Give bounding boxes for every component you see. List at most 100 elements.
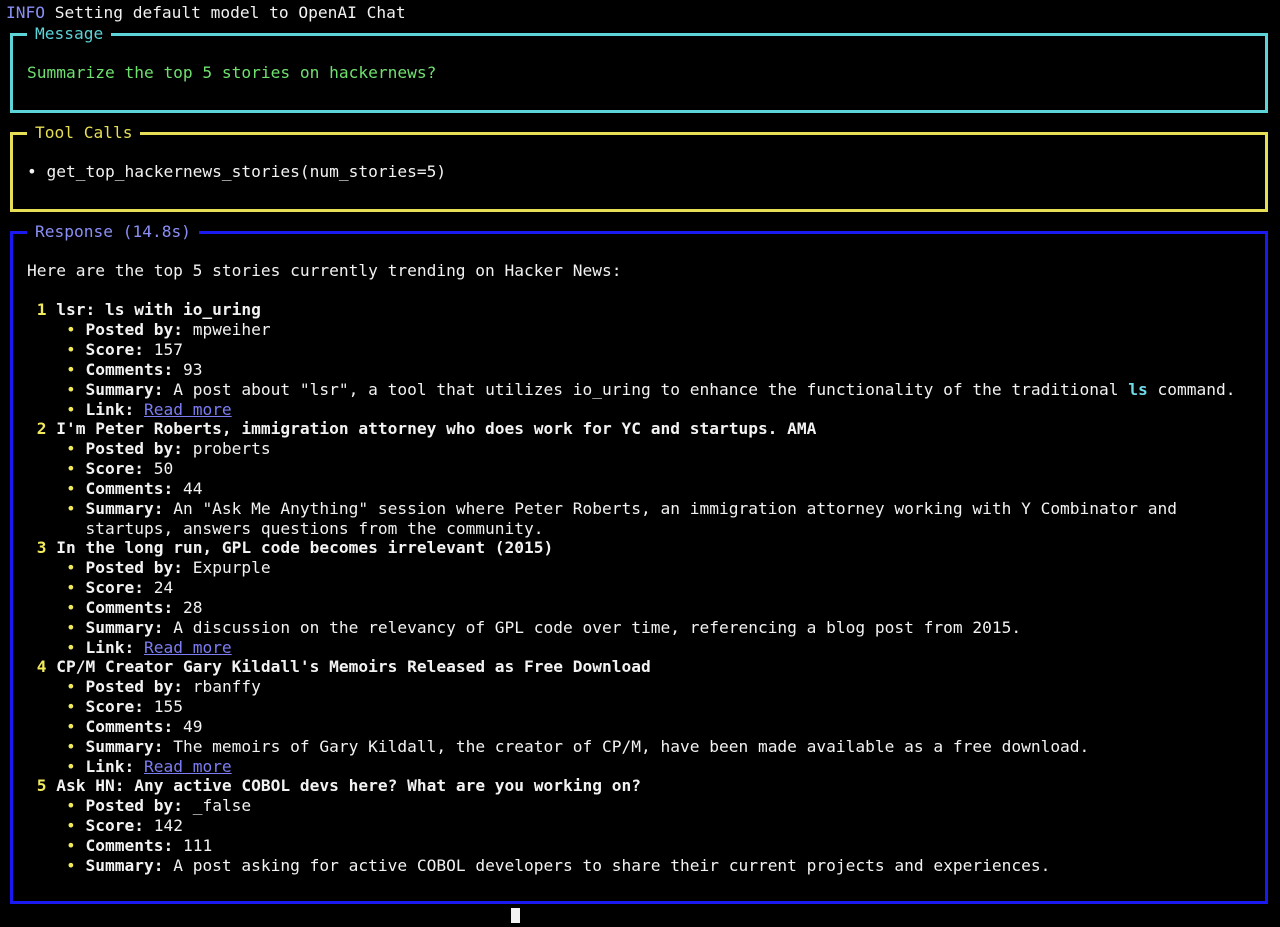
response-panel: Response (14.8s) Here are the top 5 stor…: [10, 222, 1268, 904]
field-label: Comments:: [85, 836, 174, 855]
field-label: Score:: [85, 340, 144, 359]
story-posted-by: • Posted by: proberts: [27, 439, 1255, 459]
response-panel-title: Response (14.8s): [27, 222, 199, 242]
story-posted-by: • Posted by: _false: [27, 796, 1255, 816]
field-value: Expurple: [192, 558, 271, 577]
field-value: 50: [153, 459, 174, 478]
field-value: 93: [182, 360, 203, 379]
terminal-cursor[interactable]: [511, 907, 520, 927]
story-score: • Score: 157: [27, 340, 1255, 360]
story-posted-by: • Posted by: rbanffy: [27, 677, 1255, 697]
field-label: Link:: [85, 757, 135, 776]
tool-calls-panel: Tool Calls • get_top_hackernews_stories(…: [10, 123, 1268, 212]
story-link: • Link: Read more: [27, 400, 1255, 420]
field-label: Score:: [85, 578, 144, 597]
story-comments: • Comments: 49: [27, 717, 1255, 737]
story-title-row: 1 lsr: ls with io_uring: [27, 300, 1255, 320]
story-posted-by: • Posted by: mpweiher: [27, 320, 1255, 340]
bullet-icon: •: [65, 598, 76, 617]
story-summary: • Summary: A discussion on the relevancy…: [27, 618, 1255, 638]
story-summary: • Summary: A post asking for active COBO…: [27, 856, 1255, 876]
field-label: Summary:: [85, 737, 164, 756]
summary-text: An "Ask Me Anything" session where Peter…: [173, 499, 1178, 518]
story-number: 4: [36, 657, 47, 676]
response-intro: Here are the top 5 stories currently tre…: [27, 261, 622, 280]
story-title: CP/M Creator Gary Kildall's Memoirs Rele…: [56, 657, 651, 676]
field-label: Score:: [85, 697, 144, 716]
story-number: 2: [36, 419, 47, 438]
story-comments: • Comments: 44: [27, 479, 1255, 499]
inline-code: ls: [1128, 380, 1148, 399]
read-more-link[interactable]: Read more: [144, 400, 232, 419]
bullet-icon: •: [65, 499, 76, 518]
story-comments: • Comments: 93: [27, 360, 1255, 380]
field-label: Comments:: [85, 598, 174, 617]
story-title-row: 3 In the long run, GPL code becomes irre…: [27, 538, 1255, 558]
story-title: I'm Peter Roberts, immigration attorney …: [56, 419, 817, 438]
story-summary-continuation: startups, answers questions from the com…: [27, 519, 1255, 539]
story-number: 1: [36, 300, 47, 319]
read-more-link[interactable]: Read more: [144, 757, 232, 776]
story-comments: • Comments: 28: [27, 598, 1255, 618]
story-score: • Score: 24: [27, 578, 1255, 598]
story-number: 3: [36, 538, 47, 557]
story-title: lsr: ls with io_uring: [56, 300, 261, 319]
story-title: Ask HN: Any active COBOL devs here? What…: [56, 776, 641, 795]
bullet-icon: •: [65, 697, 76, 716]
field-label: Link:: [85, 638, 135, 657]
story-summary: • Summary: An "Ask Me Anything" session …: [27, 499, 1255, 519]
message-panel: Message Summarize the top 5 stories on h…: [10, 24, 1268, 113]
field-label: Posted by:: [85, 439, 183, 458]
story-title: In the long run, GPL code becomes irrele…: [56, 538, 554, 557]
bullet-icon: •: [65, 618, 76, 637]
bullet-icon: •: [65, 737, 76, 756]
bullet-icon: •: [65, 380, 76, 399]
bullet-icon: •: [65, 677, 76, 696]
field-label: Link:: [85, 400, 135, 419]
field-label: Summary:: [85, 618, 164, 637]
story-posted-by: • Posted by: Expurple: [27, 558, 1255, 578]
story-title-row: 5 Ask HN: Any active COBOL devs here? Wh…: [27, 776, 1255, 796]
field-label: Posted by:: [85, 320, 183, 339]
bullet-icon: •: [65, 340, 76, 359]
story-score: • Score: 155: [27, 697, 1255, 717]
bullet-icon: •: [65, 479, 76, 498]
summary-text-end: command.: [1157, 380, 1236, 399]
field-value: 44: [182, 479, 203, 498]
story-title-row: 4 CP/M Creator Gary Kildall's Memoirs Re…: [27, 657, 1255, 677]
field-label: Comments:: [85, 717, 174, 736]
log-level: INFO: [6, 3, 45, 22]
field-label: Posted by:: [85, 558, 183, 577]
story-score: • Score: 142: [27, 816, 1255, 836]
summary-text: A post about "lsr", a tool that utilizes…: [173, 380, 1119, 399]
field-value: 157: [153, 340, 183, 359]
bullet-icon: •: [65, 360, 76, 379]
field-value: 155: [153, 697, 183, 716]
summary-text: startups, answers questions from the com…: [85, 519, 544, 538]
field-value: 28: [182, 598, 203, 617]
story-number: 5: [36, 776, 47, 795]
field-value: 49: [182, 717, 203, 736]
bullet-icon: •: [65, 578, 76, 597]
bullet-icon: •: [65, 796, 76, 815]
bullet-icon: •: [65, 459, 76, 478]
field-value: rbanffy: [192, 677, 261, 696]
bullet-icon: •: [65, 638, 76, 657]
bullet-icon: •: [65, 439, 76, 458]
story-link: • Link: Read more: [27, 638, 1255, 658]
read-more-link[interactable]: Read more: [144, 638, 232, 657]
bullet-icon: •: [65, 856, 76, 875]
log-line: INFO Setting default model to OpenAI Cha…: [6, 3, 406, 23]
field-value: _false: [192, 796, 252, 815]
field-value: proberts: [192, 439, 271, 458]
story-score: • Score: 50: [27, 459, 1255, 479]
field-label: Score:: [85, 459, 144, 478]
message-panel-title: Message: [27, 24, 112, 44]
bullet-icon: •: [65, 836, 76, 855]
tool-call-item: • get_top_hackernews_stories(num_stories…: [27, 162, 1255, 182]
field-value: 111: [182, 836, 213, 855]
bullet-icon: •: [65, 816, 76, 835]
field-value: mpweiher: [192, 320, 271, 339]
field-label: Posted by:: [85, 796, 183, 815]
bullet-icon: •: [27, 162, 37, 181]
